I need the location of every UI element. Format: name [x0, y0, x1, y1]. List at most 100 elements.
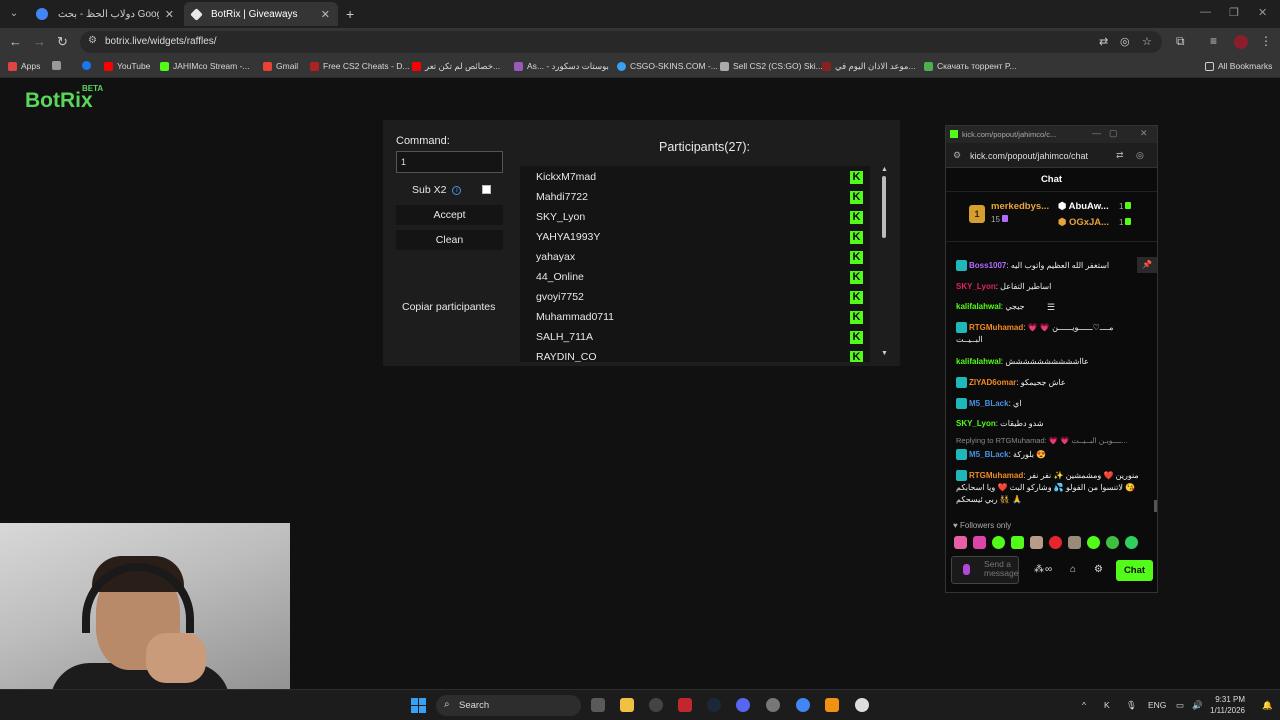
eye-slash-icon[interactable]: ◎ — [1120, 35, 1130, 48]
forward-arrow-icon[interactable]: → — [33, 34, 46, 49]
close-window-icon[interactable]: ✕ — [1258, 6, 1267, 19]
emote-icon[interactable] — [1106, 536, 1119, 549]
emote-icon[interactable] — [973, 536, 986, 549]
bookmark-star-icon[interactable]: ☆ — [1142, 35, 1152, 48]
network-icon[interactable]: ▭ — [1176, 700, 1184, 711]
extensions-puzzle-icon[interactable]: ⧉ — [1176, 34, 1185, 49]
bookmark-jahimco[interactable]: JAHIMco Stream -... — [160, 61, 250, 71]
bookmark-csgo-skins[interactable]: CSGO-SKINS.COM -... — [617, 61, 718, 71]
maximize-icon[interactable]: ❐ — [1229, 6, 1239, 19]
valorant-icon[interactable] — [678, 698, 692, 712]
media-controls-icon[interactable]: ≡ — [1210, 34, 1217, 48]
reload-icon[interactable]: ↻ — [57, 34, 68, 50]
app-icon[interactable] — [825, 698, 839, 712]
bookmark-apps[interactable]: Apps — [8, 61, 40, 71]
taskbar-search[interactable]: ⌕ Search — [436, 695, 581, 716]
list-scrollbar[interactable] — [882, 176, 886, 238]
language-indicator[interactable]: ENG — [1148, 700, 1166, 710]
chat-username[interactable]: SKY_Lyon — [956, 282, 996, 291]
kebab-menu-icon[interactable]: ⋮ — [1260, 34, 1272, 48]
site-info-icon[interactable]: ⚙ — [953, 150, 961, 161]
bookmark-facebook[interactable] — [82, 61, 95, 70]
chat-username[interactable]: M5_BLack — [969, 399, 1009, 408]
notification-bell-icon[interactable]: 🔔 — [1262, 700, 1273, 711]
close-window-icon[interactable]: ✕ — [1140, 128, 1148, 139]
tab-search-menu-icon[interactable]: ⌄ — [6, 6, 22, 22]
chat-username[interactable]: SKY_Lyon — [956, 419, 996, 428]
bookmark-cs2-cheats[interactable]: Free CS2 Cheats - D... — [310, 61, 409, 71]
volume-icon[interactable]: 🔊 — [1192, 700, 1203, 711]
chat-username[interactable]: kalifalahwal — [956, 357, 1001, 366]
back-arrow-icon[interactable]: ← — [9, 34, 22, 49]
translate-icon[interactable]: ⇄ — [1099, 35, 1108, 48]
sub-x2-checkbox[interactable] — [482, 185, 491, 194]
site-info-icon[interactable]: ⚙ — [88, 35, 97, 46]
emote-icon[interactable] — [1030, 536, 1043, 549]
new-tab-plus-icon[interactable]: + — [346, 6, 354, 22]
heart-emote-icon[interactable] — [1049, 536, 1062, 549]
bookmark-discord-posts[interactable]: As... - بوستات دسكورد — [514, 61, 609, 72]
settings-gear-icon[interactable]: ⚙ — [1094, 564, 1103, 575]
profile-avatar[interactable] — [1234, 35, 1248, 49]
kick-tray-icon[interactable]: K — [1104, 700, 1110, 710]
microphone-icon[interactable] — [963, 564, 970, 575]
address-bar[interactable]: ⚙ botrix.live/widgets/raffles/ ⇄ ◎ ☆ — [80, 31, 1162, 53]
leader-name[interactable]: merkedbys... — [991, 201, 1049, 212]
bookmark-prayer-times[interactable]: موعد الاذان اليوم في... — [822, 61, 916, 72]
bookmark-gmail[interactable]: Gmail — [263, 61, 298, 71]
minimize-icon[interactable]: — — [1092, 128, 1101, 138]
task-view-icon[interactable] — [591, 698, 605, 712]
windows-start-icon[interactable] — [411, 698, 426, 713]
discord-icon[interactable] — [736, 698, 750, 712]
accept-button[interactable]: Accept — [396, 205, 503, 225]
users-icon[interactable]: ⁂ — [1034, 564, 1044, 575]
taskbar-clock[interactable]: 9:31 PM 1/11/2026 — [1210, 694, 1245, 716]
all-bookmarks-folder[interactable]: All Bookmarks — [1205, 61, 1272, 71]
app-icon[interactable] — [766, 698, 780, 712]
clean-button[interactable]: Clean — [396, 230, 503, 250]
bookmark-grid[interactable] — [52, 61, 65, 70]
kick-emote-icon[interactable] — [1011, 536, 1024, 549]
minimize-icon[interactable]: — — [1200, 6, 1211, 18]
command-input[interactable]: 1 — [396, 151, 503, 173]
tray-chevron-icon[interactable]: ^ — [1082, 700, 1086, 710]
emote-icon[interactable] — [992, 536, 1005, 549]
send-chat-button[interactable]: Chat — [1116, 560, 1153, 581]
emote-icon[interactable] — [1068, 536, 1081, 549]
leader-name[interactable]: ⬢ AbuAw... — [1058, 201, 1109, 212]
tab-google-search[interactable]: دولاب الحظ - بحث Google ✕ — [28, 2, 182, 26]
game-client-icon[interactable] — [649, 698, 663, 712]
chat-username[interactable]: RTGMuhamad — [969, 471, 1023, 480]
copy-participants-button[interactable]: Copiar participantes — [402, 301, 495, 313]
bookmark-sell-cs2[interactable]: Sell CS2 (CS:GO) Ski... — [720, 61, 823, 71]
obs-icon[interactable] — [855, 698, 869, 712]
emote-icon[interactable] — [1087, 536, 1100, 549]
store-icon[interactable]: ⌂ — [1070, 564, 1076, 575]
close-tab-icon[interactable]: ✕ — [321, 8, 330, 21]
translate-icon[interactable]: ⇄ — [1116, 150, 1124, 161]
leader-name[interactable]: ⬢ OGxJA... — [1058, 217, 1109, 228]
chrome-icon[interactable] — [796, 698, 810, 712]
scroll-down-arrow-icon[interactable]: ▼ — [881, 350, 888, 357]
eye-slash-icon[interactable]: ◎ — [1136, 150, 1144, 161]
bookmark-youtube[interactable]: YouTube — [104, 61, 150, 71]
emote-icon[interactable] — [1125, 536, 1138, 549]
scroll-up-arrow-icon[interactable]: ▲ — [881, 166, 888, 173]
info-icon[interactable]: i — [452, 185, 462, 195]
chat-username[interactable]: M5_BLack — [969, 450, 1009, 459]
microphone-tray-icon[interactable]: 🎙 — [1126, 700, 1137, 711]
tab-botrix-giveaways[interactable]: BotRix | Giveaways ✕ — [184, 2, 338, 26]
file-explorer-icon[interactable] — [620, 698, 634, 712]
chat-username[interactable]: RTGMuhamad — [969, 323, 1023, 332]
infinity-icon[interactable]: ∞ — [1045, 564, 1052, 575]
chat-username[interactable]: Boss1007 — [969, 261, 1006, 270]
chat-username[interactable]: ZIYAD6omar — [969, 378, 1016, 387]
bookmark-torrent[interactable]: Скачать торрент P... — [924, 61, 1017, 71]
close-tab-icon[interactable]: ✕ — [165, 8, 174, 21]
emote-icon[interactable] — [954, 536, 967, 549]
chat-username[interactable]: kalifalahwal — [956, 302, 1001, 311]
maximize-icon[interactable]: ▢ — [1109, 128, 1118, 139]
chat-scrollbar[interactable] — [1154, 500, 1157, 512]
bookmark-youtube-ar[interactable]: خصائص لم تكن تعر... — [412, 61, 500, 72]
participants-list[interactable]: KickxM7mad Mahdi7722 SKY_Lyon YAHYA1993Y… — [520, 166, 870, 362]
